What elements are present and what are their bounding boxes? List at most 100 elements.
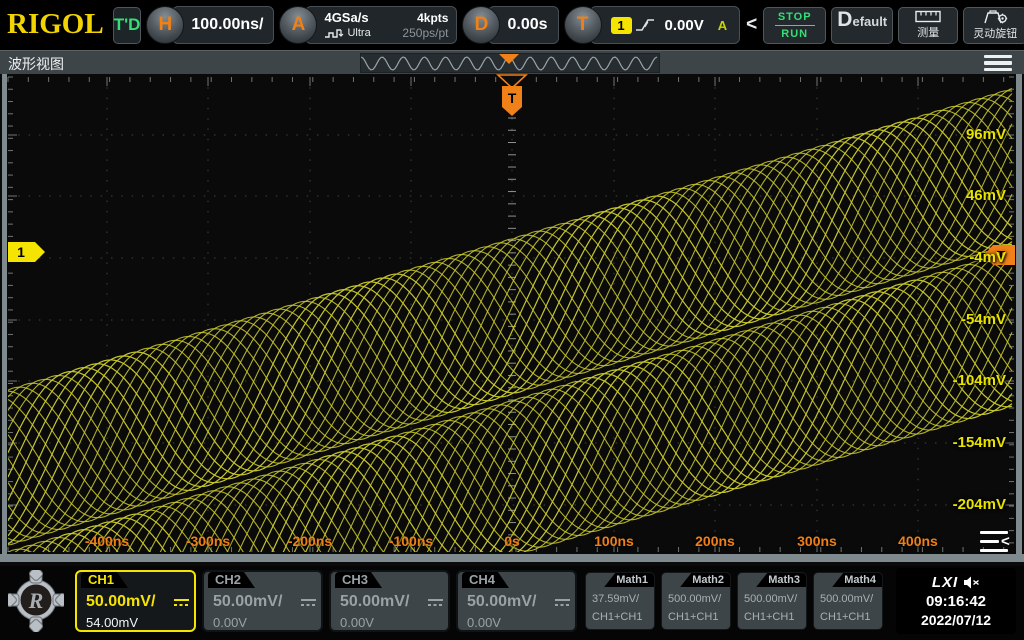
channel-card-ch3[interactable]: CH3 50.00mV/0.00V <box>329 570 450 632</box>
voltage-tick-label: 96mV <box>926 126 1006 143</box>
system-clock-box: LXI 09:16:42 2022/07/12 <box>896 568 1016 634</box>
time-tick-label: 200ns <box>680 533 750 549</box>
trigger-status-button[interactable]: T'D <box>113 7 142 44</box>
voltage-tick-label: -204mV <box>926 496 1006 513</box>
horizontal-group[interactable]: H 100.00ns/ <box>146 4 274 46</box>
time-tick-label: 100ns <box>579 533 649 549</box>
waveform-trace <box>8 110 1012 541</box>
ruler-icon <box>915 10 941 23</box>
smart-knob-button[interactable]: 灵动旋钮 <box>963 7 1024 44</box>
memory-depth: 4kpts <box>417 11 448 25</box>
sample-resolution: 250ps/pt <box>402 26 448 40</box>
channel-card-ch2[interactable]: CH2 50.00mV/0.00V <box>202 570 323 632</box>
menu-icon[interactable] <box>984 55 1012 71</box>
top-status-bar: RIGOL T'D H 100.00ns/ A 4GSa/s 4kpts Ult… <box>0 0 1024 50</box>
channel-scale: 50.00mV/ <box>340 593 409 611</box>
frame-right <box>1016 74 1022 562</box>
channel-card-ch1[interactable]: CH150.00mV/54.00mV <box>75 570 196 632</box>
rising-edge-icon <box>635 17 655 33</box>
nav-prev-icon[interactable]: < <box>745 14 758 36</box>
speaker-muted-icon[interactable] <box>963 576 980 589</box>
horizontal-scale: 100.00ns/ <box>191 16 273 34</box>
waveform-trace <box>8 118 1012 544</box>
math-card-math3[interactable]: Math3 500.00mV/CH1+CH1 <box>737 572 807 630</box>
scope-graticule-and-trace <box>0 74 1024 566</box>
channel-tab: CH2 <box>208 572 255 588</box>
dc-coupling-icon <box>301 599 316 606</box>
channel-scale: 50.00mV/ <box>86 593 155 611</box>
ultra-steps-icon <box>324 27 346 39</box>
sample-rate: 4GSa/s <box>324 10 368 25</box>
run-label: RUN <box>781 28 808 40</box>
math-card-math4[interactable]: Math4500.00mV/CH1+CH1 <box>813 572 883 630</box>
svg-text:1: 1 <box>17 244 25 260</box>
quick-buttons: < STOP RUN Default 测量 灵动旋钮 > <box>745 7 1024 44</box>
lxi-badge: LXI <box>932 574 958 591</box>
bottom-status-bar: R CH150.00mV/54.00mVCH250.00mV/0.00VCH35… <box>0 566 1024 640</box>
trigger-group[interactable]: T 1 0.00V A <box>564 4 741 46</box>
knob-icon <box>982 10 1008 24</box>
trigger-position-marker[interactable]: T <box>496 74 528 122</box>
math-scale: 500.00mV/ <box>668 593 721 605</box>
trigger-level: 0.00V <box>665 17 704 34</box>
channel-tab: CH1 <box>81 572 128 588</box>
delay-value: 0.00s <box>507 16 557 34</box>
frame-bottom <box>0 554 1024 562</box>
dc-coupling-icon <box>555 599 570 606</box>
math-scale: 500.00mV/ <box>744 593 797 605</box>
voltage-tick-label: -54mV <box>926 311 1006 328</box>
math-scale: 500.00mV/ <box>820 593 873 605</box>
smart-knob-label: 灵动旋钮 <box>973 25 1017 41</box>
channel-offset: 0.00V <box>213 615 247 630</box>
default-cap: D <box>837 8 852 32</box>
math-tab: Math3 <box>756 573 806 587</box>
voltage-tick-label: -154mV <box>926 434 1006 451</box>
channel-card-ch4[interactable]: CH450.00mV/0.00V <box>456 570 577 632</box>
math-expression: CH1+CH1 <box>592 611 642 623</box>
svg-text:T: T <box>508 90 517 106</box>
channel-tab: CH3 <box>335 572 382 588</box>
timebase-preview-strip[interactable] <box>360 53 660 73</box>
default-rest: efault <box>852 14 887 29</box>
voltage-tick-label: -104mV <box>926 372 1006 389</box>
clock-date: 2022/07/12 <box>921 612 991 628</box>
rigol-logo: RIGOL <box>5 8 108 43</box>
collapse-chevron: < <box>1001 538 1010 545</box>
time-tick-label: -300ns <box>173 533 243 549</box>
default-button[interactable]: Default <box>831 7 893 44</box>
trigger-badge[interactable]: T <box>564 6 602 44</box>
math-card-math2[interactable]: Math2 500.00mV/CH1+CH1 <box>661 572 731 630</box>
settings-gear-icon[interactable]: R <box>8 570 64 632</box>
math-tab: Math2 <box>680 573 730 587</box>
time-tick-label: 0s <box>477 533 547 549</box>
acquisition-group[interactable]: A 4GSa/s 4kpts Ultra 250ps/pt <box>279 4 457 46</box>
measure-button[interactable]: 测量 <box>898 7 958 44</box>
math-card-math1[interactable]: Math1 37.59mV/CH1+CH1 <box>585 572 655 630</box>
trigger-source-badge[interactable]: 1 <box>611 17 632 34</box>
time-tick-label: 300ns <box>782 533 852 549</box>
channel-offset: 0.00V <box>340 615 374 630</box>
trigger-sweep-mode: A <box>718 18 727 33</box>
menu-collapse-icon[interactable]: < <box>980 531 1016 556</box>
run-stop-button[interactable]: STOP RUN <box>763 7 826 44</box>
frame-left <box>2 74 7 562</box>
waveform-display[interactable]: T 1 T 96mV46mV-4mV-54mV-104mV-154mV-204m… <box>0 74 1024 566</box>
math-expression: CH1+CH1 <box>668 611 718 623</box>
dc-coupling-icon <box>174 599 189 606</box>
math-tab: Math1 <box>604 573 654 587</box>
time-tick-label: -100ns <box>376 533 446 549</box>
channel-tab: CH4 <box>462 572 509 588</box>
view-title: 波形视图 <box>8 54 64 74</box>
acq-mode-label: Ultra <box>347 27 370 39</box>
math-scale: 37.59mV/ <box>592 593 639 605</box>
dc-coupling-icon <box>428 599 443 606</box>
delay-group[interactable]: D 0.00s <box>462 4 558 46</box>
svg-text:R: R <box>28 588 44 613</box>
voltage-tick-label: 46mV <box>926 187 1006 204</box>
math-expression: CH1+CH1 <box>744 611 794 623</box>
time-tick-label: -400ns <box>72 533 142 549</box>
preview-trigger-position-icon[interactable] <box>499 54 519 65</box>
channel-scale: 50.00mV/ <box>213 593 282 611</box>
math-expression: CH1+CH1 <box>820 611 870 623</box>
channel1-level-marker[interactable]: 1 <box>8 241 48 263</box>
